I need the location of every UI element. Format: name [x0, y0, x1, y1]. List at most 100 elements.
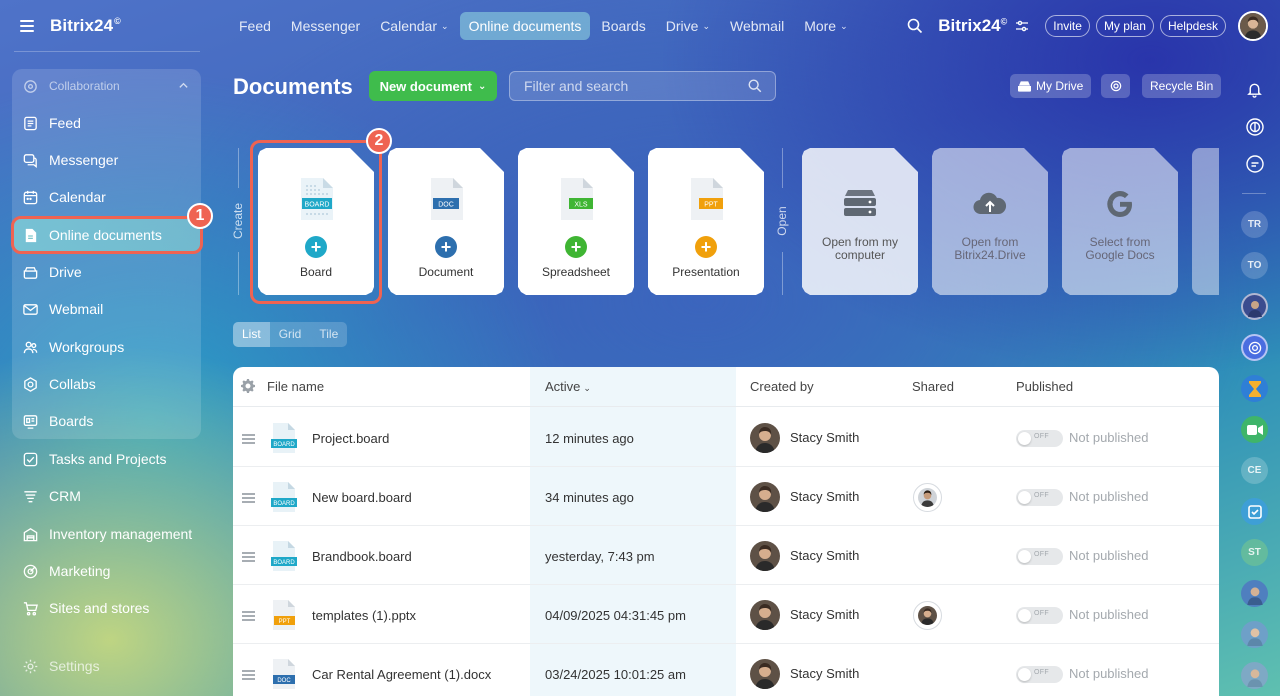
rail-avatar-ce[interactable]: CE: [1241, 457, 1268, 484]
table-row[interactable]: BOARD Project.board 12 minutes ago Stacy…: [233, 408, 1219, 467]
recycle-bin-button[interactable]: Recycle Bin: [1142, 74, 1222, 98]
creator-avatar[interactable]: [750, 600, 780, 630]
sidebar-item-feed[interactable]: Feed: [12, 105, 201, 141]
nav-more[interactable]: More ⌄: [795, 12, 856, 40]
publish-toggle[interactable]: OFF: [1016, 607, 1063, 624]
sidebar-item-drive[interactable]: Drive: [12, 254, 201, 290]
view-grid-button[interactable]: Grid: [270, 322, 311, 347]
shared-user-avatar[interactable]: [913, 601, 942, 630]
drag-handle-icon[interactable]: [242, 670, 255, 680]
creator-name[interactable]: Stacy Smith: [790, 548, 859, 563]
view-list-button[interactable]: List: [233, 322, 270, 347]
table-row[interactable]: BOARD Brandbook.board yesterday, 7:43 pm…: [233, 526, 1219, 585]
search-icon[interactable]: [747, 78, 763, 94]
sidebar-item-settings[interactable]: Settings: [12, 648, 201, 684]
nav-online-documents[interactable]: Online documents: [459, 12, 591, 40]
video-call-icon[interactable]: [1241, 416, 1268, 443]
view-tile-button[interactable]: Tile: [310, 322, 347, 347]
rail-avatar-to[interactable]: TO: [1241, 252, 1268, 279]
drag-handle-icon[interactable]: [242, 611, 255, 621]
select-from-google-docs-card[interactable]: Select from Google Docs: [1062, 148, 1178, 295]
my-drive-button[interactable]: My Drive: [1010, 74, 1092, 98]
publish-toggle[interactable]: OFF: [1016, 489, 1063, 506]
my-plan-button[interactable]: My plan: [1095, 15, 1154, 37]
creator-avatar[interactable]: [750, 541, 780, 571]
publish-toggle[interactable]: OFF: [1016, 430, 1063, 447]
creator-name[interactable]: Stacy Smith: [790, 607, 859, 622]
sidebar-item-collabs[interactable]: Collabs: [12, 366, 201, 402]
nav-feed[interactable]: Feed: [230, 12, 280, 40]
sidebar-item-marketing[interactable]: Marketing: [12, 553, 201, 589]
table-row[interactable]: DOC Car Rental Agreement (1).docx 03/24/…: [233, 644, 1219, 696]
column-header-active[interactable]: Active ⌄: [545, 379, 591, 394]
sidebar-item-sites[interactable]: Sites and stores: [12, 590, 201, 626]
create-spreadsheet-card[interactable]: XLS + Spreadsheet: [518, 148, 634, 295]
user-avatar[interactable]: [1238, 11, 1268, 41]
file-name[interactable]: Car Rental Agreement (1).docx: [312, 667, 491, 682]
helpdesk-button[interactable]: Helpdesk: [1159, 15, 1226, 37]
menu-icon[interactable]: [20, 20, 34, 32]
sidebar-item-webmail[interactable]: Webmail: [12, 291, 201, 327]
nav-boards[interactable]: Boards: [592, 12, 654, 40]
creator-avatar[interactable]: [750, 659, 780, 689]
gear-icon[interactable]: [241, 379, 255, 393]
new-document-button[interactable]: New document ⌄: [369, 71, 497, 101]
rail-copilot-chat-icon[interactable]: [1241, 334, 1268, 361]
rail-avatar-user-2[interactable]: [1241, 580, 1268, 607]
nav-messenger[interactable]: Messenger: [282, 12, 369, 40]
publish-toggle[interactable]: OFF: [1016, 548, 1063, 565]
publish-toggle[interactable]: OFF: [1016, 666, 1063, 683]
create-document-card[interactable]: DOC + Document: [388, 148, 504, 295]
shared-user-avatar[interactable]: [913, 483, 942, 512]
column-header-created-by[interactable]: Created by: [750, 379, 814, 394]
app-logo[interactable]: Bitrix24©: [50, 16, 121, 36]
search-icon[interactable]: [906, 17, 924, 35]
file-name[interactable]: New board.board: [312, 490, 412, 505]
column-header-shared[interactable]: Shared: [912, 379, 954, 394]
sidebar-item-workgroups[interactable]: Workgroups: [12, 329, 201, 365]
creator-name[interactable]: Stacy Smith: [790, 430, 859, 445]
filter-search-input[interactable]: [524, 78, 747, 94]
nav-calendar[interactable]: Calendar ⌄: [371, 12, 457, 40]
rail-avatar-tr[interactable]: TR: [1241, 211, 1268, 238]
table-row[interactable]: PPT templates (1).pptx 04/09/2025 04:31:…: [233, 585, 1219, 644]
open-from-computer-card[interactable]: Open from my computer: [802, 148, 918, 295]
bitrix24-logo[interactable]: Bitrix24©: [938, 16, 1007, 36]
chat-icon[interactable]: [1241, 150, 1268, 177]
create-presentation-card[interactable]: PPT + Presentation: [648, 148, 764, 295]
sidebar-item-crm[interactable]: CRM: [12, 478, 201, 514]
rail-tasks-icon[interactable]: [1241, 498, 1268, 525]
open-card-overflow[interactable]: [1192, 148, 1219, 295]
file-name[interactable]: Project.board: [312, 431, 389, 446]
rail-avatar-user-4[interactable]: [1241, 662, 1268, 689]
settings-button[interactable]: [1101, 74, 1130, 98]
invite-button[interactable]: Invite: [1045, 15, 1090, 37]
copilot-icon[interactable]: [1241, 113, 1268, 140]
nav-webmail[interactable]: Webmail: [721, 12, 793, 40]
sidebar-item-inventory[interactable]: Inventory management: [12, 516, 201, 552]
column-header-file-name[interactable]: File name: [267, 379, 324, 394]
rail-avatar-user-3[interactable]: [1241, 621, 1268, 648]
creator-name[interactable]: Stacy Smith: [790, 489, 859, 504]
drag-handle-icon[interactable]: [242, 434, 255, 444]
sidebar-item-tasks[interactable]: Tasks and Projects: [12, 441, 201, 477]
file-name[interactable]: templates (1).pptx: [312, 608, 416, 623]
sidebar-item-boards[interactable]: Boards: [12, 403, 201, 439]
sidebar-item-messenger[interactable]: Messenger: [12, 142, 201, 178]
sidebar-group-header[interactable]: Collaboration: [12, 68, 201, 104]
hourglass-icon[interactable]: [1241, 375, 1268, 402]
drag-handle-icon[interactable]: [242, 552, 255, 562]
drag-handle-icon[interactable]: [242, 493, 255, 503]
creator-avatar[interactable]: [750, 423, 780, 453]
sidebar-item-calendar[interactable]: Calendar: [12, 179, 201, 215]
creator-avatar[interactable]: [750, 482, 780, 512]
filter-search-field[interactable]: [509, 71, 776, 101]
chevron-up-icon[interactable]: [178, 80, 189, 91]
nav-drive[interactable]: Drive ⌄: [657, 12, 719, 40]
rail-avatar-user[interactable]: [1241, 293, 1268, 320]
bell-icon[interactable]: [1241, 76, 1268, 103]
creator-name[interactable]: Stacy Smith: [790, 666, 859, 681]
open-from-bitrix-drive-card[interactable]: Open from Bitrix24.Drive: [932, 148, 1048, 295]
file-name[interactable]: Brandbook.board: [312, 549, 412, 564]
sliders-icon[interactable]: [1015, 19, 1029, 33]
